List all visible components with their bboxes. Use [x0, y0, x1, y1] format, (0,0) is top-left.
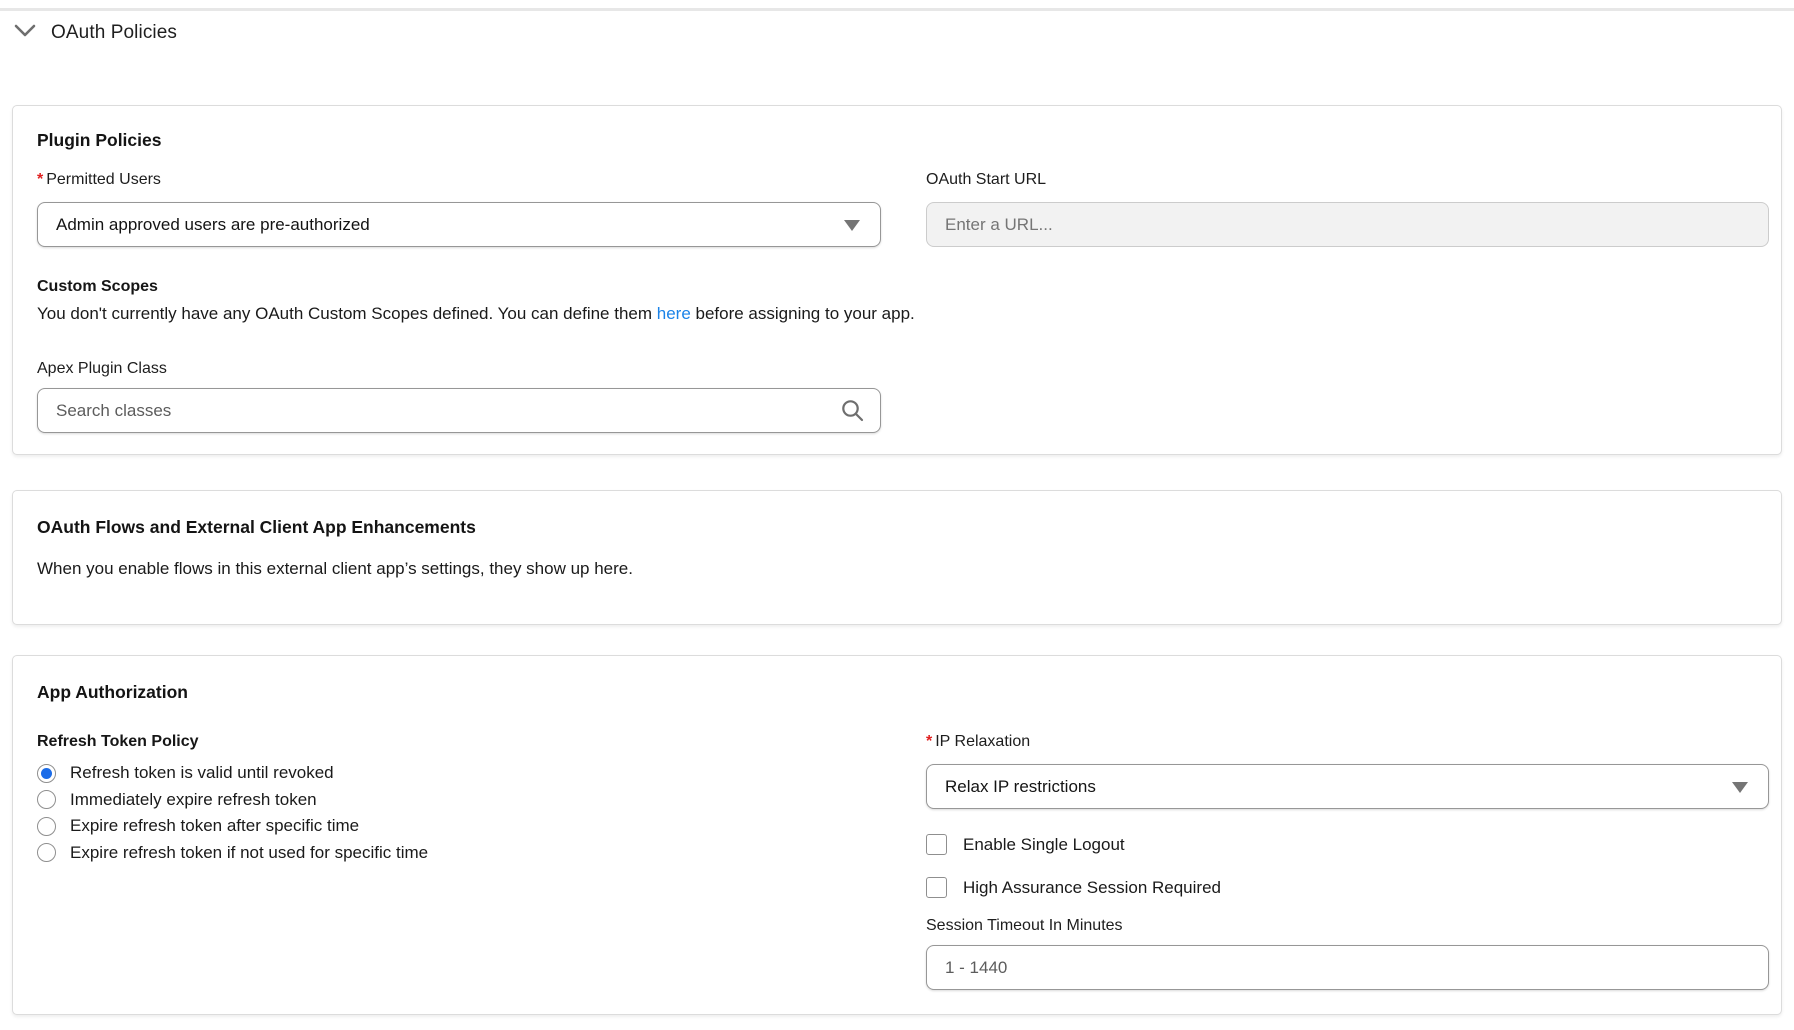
- radio-icon[interactable]: [37, 764, 56, 783]
- apex-plugin-class-input[interactable]: [37, 388, 881, 433]
- ip-relaxation-select[interactable]: Relax IP restrictions: [926, 764, 1769, 809]
- oauth-flows-card: OAuth Flows and External Client App Enha…: [12, 490, 1782, 625]
- radio-icon[interactable]: [37, 790, 56, 809]
- permitted-users-value: Admin approved users are pre-authorized: [56, 215, 370, 235]
- chevron-down-icon[interactable]: [14, 24, 36, 42]
- session-timeout-input[interactable]: [926, 945, 1769, 990]
- radio-icon[interactable]: [37, 817, 56, 836]
- permitted-users-select[interactable]: Admin approved users are pre-authorized: [37, 202, 881, 247]
- checkbox-icon[interactable]: [926, 834, 947, 855]
- refresh-token-policy-radio-group: Refresh token is valid until revoked Imm…: [37, 760, 428, 866]
- ip-relaxation-value: Relax IP restrictions: [945, 777, 1096, 797]
- section-header-oauth-policies[interactable]: OAuth Policies: [14, 22, 177, 44]
- high-assurance-session-checkbox[interactable]: High Assurance Session Required: [926, 877, 1221, 898]
- oauth-flows-description: When you enable flows in this external c…: [37, 559, 1537, 579]
- session-timeout-label: Session Timeout In Minutes: [926, 917, 1123, 935]
- refresh-token-policy-label: Refresh Token Policy: [37, 733, 199, 751]
- app-authorization-card: App Authorization Refresh Token Policy R…: [12, 655, 1782, 1015]
- required-asterisk: *: [37, 171, 43, 188]
- dropdown-caret-icon: [1732, 782, 1748, 793]
- oauth-flows-title: OAuth Flows and External Client App Enha…: [37, 517, 476, 538]
- radio-expire-if-not-used[interactable]: Expire refresh token if not used for spe…: [37, 840, 428, 867]
- radio-expire-after-time[interactable]: Expire refresh token after specific time: [37, 813, 428, 840]
- custom-scopes-here-link[interactable]: here: [657, 304, 691, 323]
- ip-relaxation-label: *IP Relaxation: [926, 733, 1030, 751]
- checkbox-icon[interactable]: [926, 877, 947, 898]
- required-asterisk: *: [926, 733, 932, 750]
- radio-immediately-expire[interactable]: Immediately expire refresh token: [37, 787, 428, 814]
- enable-single-logout-checkbox[interactable]: Enable Single Logout: [926, 834, 1125, 855]
- section-title: OAuth Policies: [51, 22, 177, 44]
- custom-scopes-title: Custom Scopes: [37, 278, 158, 296]
- radio-icon[interactable]: [37, 843, 56, 862]
- permitted-users-label: *Permitted Users: [37, 171, 161, 189]
- apex-plugin-class-label: Apex Plugin Class: [37, 360, 167, 378]
- top-divider: [0, 8, 1794, 11]
- plugin-policies-card: Plugin Policies *Permitted Users Admin a…: [12, 105, 1782, 455]
- apex-plugin-class-search: [37, 388, 881, 433]
- radio-refresh-valid-until-revoked[interactable]: Refresh token is valid until revoked: [37, 760, 428, 787]
- dropdown-caret-icon: [844, 220, 860, 231]
- custom-scopes-text: You don't currently have any OAuth Custo…: [37, 304, 1437, 324]
- oauth-start-url-input[interactable]: [926, 202, 1769, 247]
- plugin-policies-title: Plugin Policies: [37, 130, 161, 151]
- app-authorization-title: App Authorization: [37, 682, 188, 703]
- oauth-start-url-label: OAuth Start URL: [926, 171, 1046, 189]
